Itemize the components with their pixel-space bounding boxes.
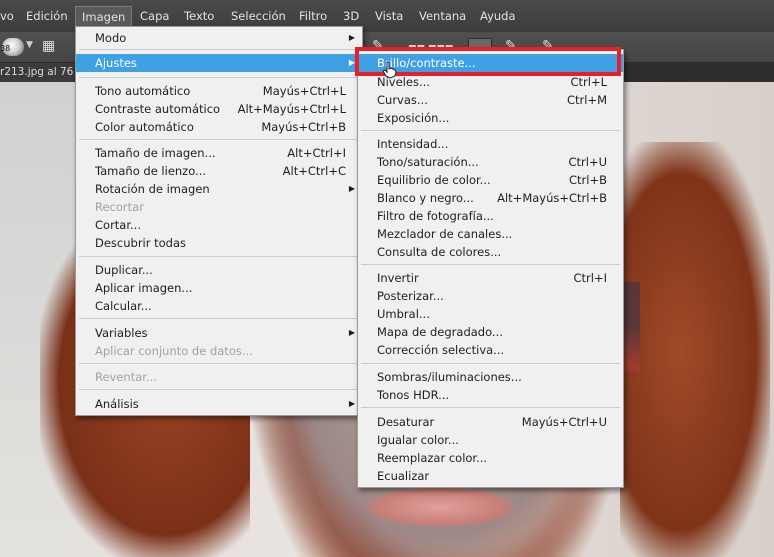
menu-3d[interactable]: 3D <box>343 9 359 23</box>
menu-item-tamano-lienzo[interactable]: Tamaño de lienzo... Alt+Ctrl+C <box>76 162 362 180</box>
menu-ayuda[interactable]: Ayuda <box>480 9 516 23</box>
menu-item-invertir[interactable]: Invertir Ctrl+I <box>358 269 623 287</box>
menu-item-cortar[interactable]: Cortar... <box>76 216 362 234</box>
menu-item-equilibrio-color[interactable]: Equilibrio de color... Ctrl+B <box>358 171 623 189</box>
photo-lips <box>365 487 515 527</box>
brush-size-value: 38 <box>0 44 11 53</box>
menu-capa[interactable]: Capa <box>140 9 169 23</box>
menu-item-rotacion[interactable]: Rotación de imagen ▶ <box>76 180 362 198</box>
menu-item-contraste-automatico[interactable]: Contraste automático Alt+Mayús+Ctrl+L <box>76 100 362 118</box>
menu-item-reemplazar-color[interactable]: Reemplazar color... <box>358 449 623 467</box>
menu-item-tamano-imagen[interactable]: Tamaño de imagen... Alt+Ctrl+I <box>76 144 362 162</box>
separator <box>79 49 359 50</box>
separator <box>79 389 359 390</box>
menu-edicion[interactable]: Edición <box>26 9 68 23</box>
menu-item-posterizar[interactable]: Posterizar... <box>358 287 623 305</box>
menu-item-filtro-fotografia[interactable]: Filtro de fotografía... <box>358 207 623 225</box>
menu-item-intensidad[interactable]: Intensidad... <box>358 135 623 153</box>
menu-texto[interactable]: Texto <box>184 9 214 23</box>
menu-vista[interactable]: Vista <box>375 9 403 23</box>
menu-item-aplicar-imagen[interactable]: Aplicar imagen... <box>76 279 362 297</box>
separator <box>79 256 359 257</box>
menu-item-umbral[interactable]: Umbral... <box>358 305 623 323</box>
menu-ventana[interactable]: Ventana <box>419 9 466 23</box>
menu-item-variables[interactable]: Variables ▶ <box>76 324 362 342</box>
photo-hair-right <box>620 142 770 557</box>
menu-item-mapa-degradado[interactable]: Mapa de degradado... <box>358 323 623 341</box>
submenu-arrow-icon: ▶ <box>348 33 355 42</box>
menu-item-descubrir[interactable]: Descubrir todas <box>76 234 362 252</box>
separator <box>79 139 359 140</box>
separator <box>361 264 620 265</box>
menu-item-calcular[interactable]: Calcular... <box>76 297 362 315</box>
menu-item-reventar: Reventar... <box>95 370 157 384</box>
chevron-down-icon[interactable]: ▼ <box>26 40 33 50</box>
brush-panel-icon[interactable]: ▦ <box>42 38 55 54</box>
menu-item-ecualizar[interactable]: Ecualizar <box>358 467 623 485</box>
menu-imagen[interactable]: Imagen <box>75 6 133 27</box>
menu-item-mezclador-canales[interactable]: Mezclador de canales... <box>358 225 623 243</box>
menu-archivo[interactable]: vo <box>0 9 14 23</box>
separator <box>361 130 620 131</box>
imagen-menu: Modo ▶ Ajustes ▶ Tono automático Mayús+Ctrl… <box>75 26 363 416</box>
menu-item-tono-saturacion[interactable]: Tono/saturación... Ctrl+U <box>358 153 623 171</box>
separator <box>79 318 359 319</box>
menu-item-igualar-color[interactable]: Igualar color... <box>358 431 623 449</box>
menu-item-exposicion[interactable]: Exposición... <box>358 109 623 127</box>
document-tab[interactable]: r213.jpg al 76,6 <box>0 63 74 82</box>
menu-item-duplicar[interactable]: Duplicar... <box>76 261 362 279</box>
submenu-arrow-icon: ▶ <box>348 399 355 408</box>
menu-item-tonos-hdr[interactable]: Tonos HDR... <box>358 386 623 404</box>
separator <box>79 363 359 364</box>
separator <box>361 363 620 364</box>
menu-filtro[interactable]: Filtro <box>299 9 327 23</box>
menu-item-modo[interactable]: Modo ▶ <box>76 29 362 47</box>
menu-item-color-automatico[interactable]: Color automático Mayús+Ctrl+B <box>76 118 362 136</box>
menu-item-ajustes[interactable]: Ajustes ▶ <box>76 54 362 72</box>
menu-item-curvas[interactable]: Curvas... Ctrl+M <box>358 91 623 109</box>
menu-item-sombras-iluminaciones[interactable]: Sombras/iluminaciones... <box>358 368 623 386</box>
menu-item-recortar: Recortar <box>95 200 144 214</box>
menu-item-tono-automatico[interactable]: Tono automático Mayús+Ctrl+L <box>76 82 362 100</box>
menu-item-consulta-colores[interactable]: Consulta de colores... <box>358 243 623 261</box>
ajustes-submenu: Brillo/contraste... Niveles... Ctrl+L Cur… <box>357 49 624 488</box>
separator <box>361 407 620 408</box>
menu-item-analisis[interactable]: Análisis ▶ <box>76 395 362 413</box>
separator <box>79 77 359 78</box>
submenu-arrow-icon: ▶ <box>348 184 355 193</box>
submenu-arrow-icon: ▶ <box>348 328 355 337</box>
menu-item-aplicar-conjunto: Aplicar conjunto de datos... <box>95 344 253 358</box>
menu-seleccion[interactable]: Selección <box>231 9 286 23</box>
hand-cursor-icon <box>382 61 397 79</box>
menu-item-blanco-negro[interactable]: Blanco y negro... Alt+Mayús+Ctrl+B <box>358 189 623 207</box>
menu-item-correccion-selectiva[interactable]: Corrección selectiva... <box>358 341 623 359</box>
menu-item-desaturar[interactable]: Desaturar Mayús+Ctrl+U <box>358 413 623 431</box>
